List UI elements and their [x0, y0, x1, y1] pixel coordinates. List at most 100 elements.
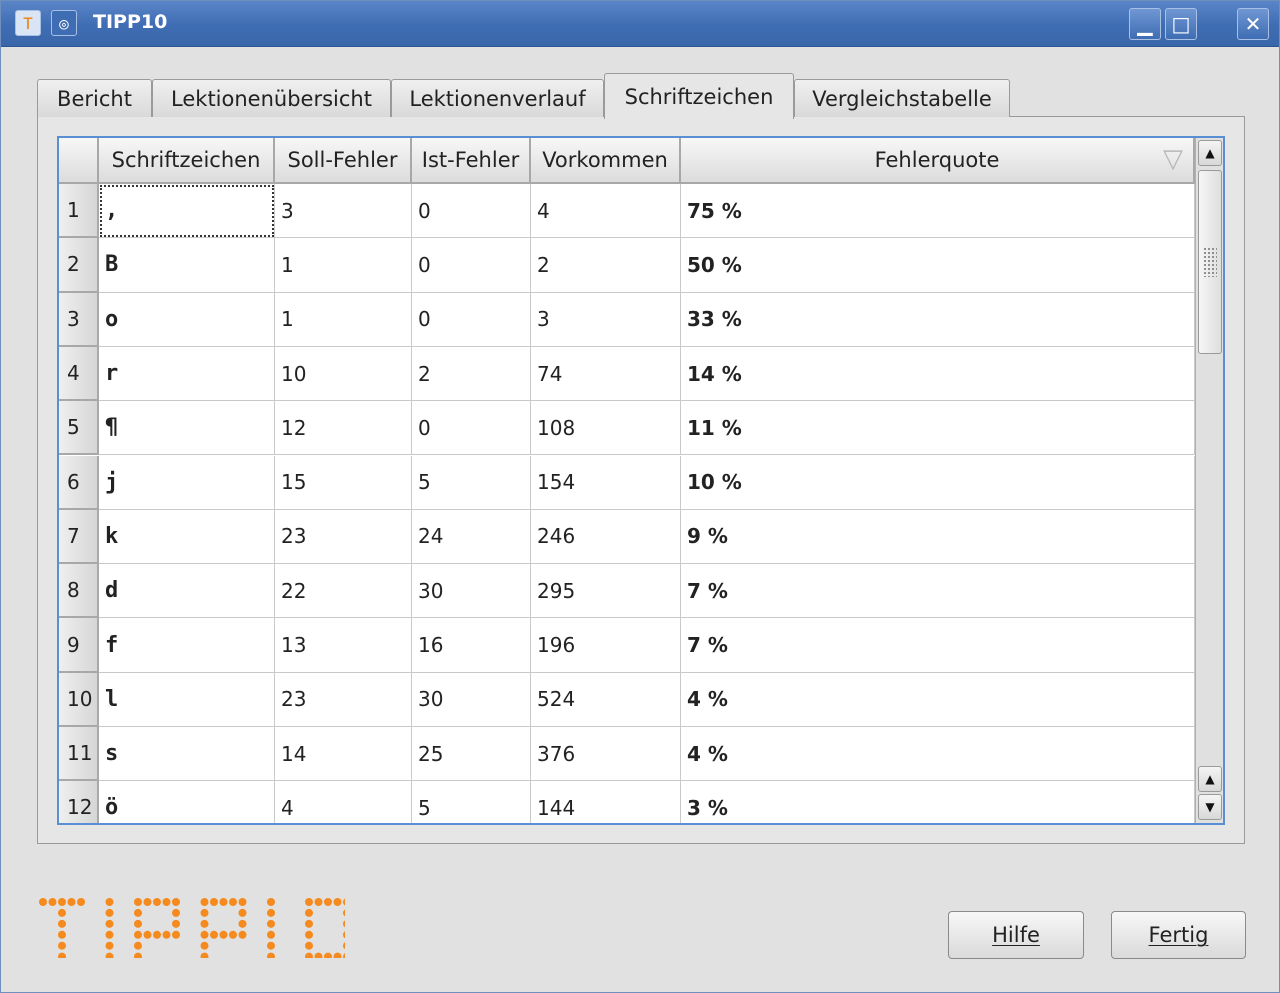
fehlerquote-cell[interactable]: 14 %	[681, 346, 1195, 402]
soll-fehler-cell[interactable]: 14	[275, 727, 412, 782]
vorkommen-cell[interactable]: 108	[531, 401, 681, 456]
soll-fehler-cell[interactable]: 23	[275, 672, 412, 727]
ist-fehler-cell[interactable]: 0	[412, 238, 531, 293]
vorkommen-cell[interactable]: 376	[531, 727, 681, 782]
tab-schriftzeichen[interactable]: Schriftzeichen	[604, 73, 794, 119]
soll-fehler-cell[interactable]: 12	[275, 401, 412, 456]
vorkommen-cell[interactable]: 295	[531, 564, 681, 619]
fehlerquote-cell[interactable]: 50 %	[681, 238, 1195, 293]
soll-fehler-cell[interactable]: 13	[275, 618, 412, 673]
char-cell[interactable]: ¶	[99, 401, 275, 456]
char-cell[interactable]: s	[99, 727, 275, 782]
vertical-scrollbar[interactable]: ▲ ▲ ▼	[1195, 138, 1223, 823]
row-header[interactable]: 6	[59, 455, 99, 510]
scroll-up-top-button[interactable]: ▲	[1198, 140, 1222, 166]
ist-fehler-cell[interactable]: 5	[412, 455, 531, 510]
vorkommen-cell[interactable]: 2	[531, 238, 681, 293]
fehlerquote-cell[interactable]: 3 %	[681, 781, 1195, 823]
row-header[interactable]: 8	[59, 564, 99, 619]
vorkommen-cell[interactable]: 524	[531, 672, 681, 727]
app-icon[interactable]: T	[15, 10, 41, 36]
tab-vergleichstabelle[interactable]: Vergleichstabelle	[794, 79, 1010, 117]
row-header[interactable]: 5	[59, 401, 99, 456]
row-header[interactable]: 11	[59, 727, 99, 782]
ist-fehler-cell[interactable]: 0	[412, 292, 531, 347]
ist-fehler-cell[interactable]: 24	[412, 509, 531, 565]
char-cell[interactable]: f	[99, 618, 275, 673]
ist-fehler-cell[interactable]: 30	[412, 672, 531, 727]
char-cell[interactable]: ö	[99, 781, 275, 823]
vorkommen-cell[interactable]: 3	[531, 292, 681, 347]
soll-fehler-cell[interactable]: 23	[275, 509, 412, 565]
close-button[interactable]: ✕	[1237, 8, 1269, 40]
ist-fehler-cell[interactable]: 0	[412, 184, 531, 239]
vorkommen-cell[interactable]: 4	[531, 184, 681, 239]
column-header-soll-fehler[interactable]: Soll-Fehler	[275, 138, 412, 184]
title-bar[interactable]: T ◎ TIPP10 ▁ □ ✕	[1, 1, 1279, 47]
column-header-schriftzeichen[interactable]: Schriftzeichen	[99, 138, 275, 184]
fehlerquote-cell[interactable]: 75 %	[681, 184, 1195, 239]
minimize-button[interactable]: ▁	[1129, 8, 1161, 40]
fehlerquote-cell[interactable]: 11 %	[681, 401, 1195, 456]
tab-lektionenuebersicht[interactable]: Lektionenübersicht	[152, 79, 391, 117]
fehlerquote-cell[interactable]: 10 %	[681, 455, 1195, 510]
vorkommen-cell[interactable]: 196	[531, 618, 681, 673]
ist-fehler-cell[interactable]: 2	[412, 346, 531, 402]
fehlerquote-cell[interactable]: 7 %	[681, 618, 1195, 673]
scroll-up-button[interactable]: ▲	[1198, 766, 1222, 792]
column-header-vorkommen[interactable]: Vorkommen	[531, 138, 681, 184]
vorkommen-cell[interactable]: 74	[531, 346, 681, 402]
char-cell[interactable]: l	[99, 672, 275, 727]
logo-dot	[134, 908, 142, 917]
fehlerquote-cell[interactable]: 4 %	[681, 672, 1195, 727]
char-cell[interactable]: ,	[99, 184, 275, 239]
tab-lektionenverlauf[interactable]: Lektionenverlauf	[391, 79, 604, 117]
window-menu-icon[interactable]: ◎	[51, 10, 77, 36]
ist-fehler-cell[interactable]: 25	[412, 727, 531, 782]
soll-fehler-cell[interactable]: 10	[275, 346, 412, 402]
help-button[interactable]: Hilfe	[948, 911, 1084, 959]
vorkommen-cell[interactable]: 246	[531, 509, 681, 565]
maximize-button[interactable]: □	[1165, 8, 1197, 40]
vorkommen-cell[interactable]: 154	[531, 455, 681, 510]
soll-fehler-cell[interactable]: 3	[275, 184, 412, 239]
soll-fehler-cell[interactable]: 22	[275, 564, 412, 619]
column-header-fehlerquote[interactable]: Fehlerquote ▽	[681, 138, 1195, 184]
fehlerquote-cell[interactable]: 4 %	[681, 727, 1195, 782]
scroll-down-button[interactable]: ▼	[1198, 794, 1222, 820]
soll-fehler-cell[interactable]: 4	[275, 781, 412, 823]
column-header-ist-fehler[interactable]: Ist-Fehler	[412, 138, 531, 184]
ist-fehler-cell[interactable]: 16	[412, 618, 531, 673]
soll-fehler-cell[interactable]: 15	[275, 455, 412, 510]
fehlerquote-cell[interactable]: 7 %	[681, 564, 1195, 619]
corner-button[interactable]	[59, 138, 99, 184]
row-header[interactable]: 12	[59, 781, 99, 823]
char-cell[interactable]: o	[99, 292, 275, 347]
char-cell[interactable]: j	[99, 455, 275, 510]
logo-dot	[229, 898, 237, 906]
logo-dot	[343, 909, 345, 917]
soll-fehler-cell[interactable]: 1	[275, 292, 412, 347]
char-cell[interactable]: k	[99, 509, 275, 565]
char-cell[interactable]: B	[99, 238, 275, 293]
row-header[interactable]: 3	[59, 292, 99, 347]
vorkommen-cell[interactable]: 144	[531, 781, 681, 823]
scrollbar-thumb[interactable]	[1198, 170, 1222, 354]
row-header[interactable]: 9	[59, 618, 99, 673]
char-cell[interactable]: r	[99, 346, 275, 402]
soll-fehler-cell[interactable]: 1	[275, 238, 412, 293]
fehlerquote-cell[interactable]: 33 %	[681, 292, 1195, 347]
row-header[interactable]: 7	[59, 509, 99, 565]
character-table[interactable]: Schriftzeichen Soll-Fehler Ist-Fehler Vo…	[57, 136, 1225, 825]
row-header[interactable]: 4	[59, 346, 99, 402]
row-header[interactable]: 2	[59, 238, 99, 293]
ist-fehler-cell[interactable]: 5	[412, 781, 531, 823]
ist-fehler-cell[interactable]: 0	[412, 401, 531, 456]
fehlerquote-cell[interactable]: 9 %	[681, 509, 1195, 565]
row-header[interactable]: 10	[59, 672, 99, 727]
ist-fehler-cell[interactable]: 30	[412, 564, 531, 619]
row-header[interactable]: 1	[59, 184, 99, 239]
char-cell[interactable]: d	[99, 564, 275, 619]
tab-bericht[interactable]: Bericht	[37, 79, 152, 117]
done-button[interactable]: Fertig	[1111, 911, 1246, 959]
